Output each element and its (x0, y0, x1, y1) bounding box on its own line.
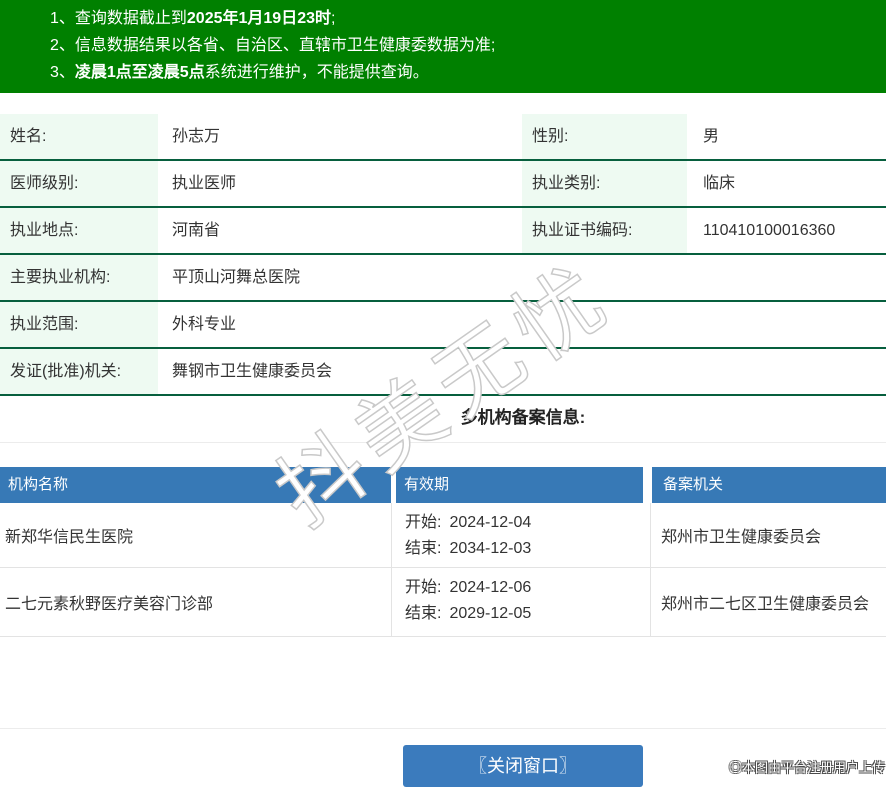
main-institution-label: 主要执业机构: (0, 255, 158, 300)
notice-line-2: 2、信息数据结果以各省、自治区、直辖市卫生健康委数据为准; (50, 32, 886, 59)
practice-scope-value: 外科专业 (172, 316, 237, 333)
table-row: 二七元素秋野医疗美容门诊部 开始: 2024-12-06 结束: 2029-12-0… (0, 568, 886, 637)
institution-name: 新郑华信民生医院 (0, 503, 392, 567)
name-value: 孙志万 (172, 128, 221, 145)
validity-end: 结束: 2029-12-05 (405, 601, 650, 627)
notice-line-1: 1、查询数据截止到2025年1月19日23时; (50, 5, 886, 32)
table-row: 执业地点: 河南省 执业证书编码: 110410100016360 (0, 208, 886, 255)
notice-3-bold: 凌晨1点至凌晨5点 (74, 64, 205, 81)
bottom-divider (0, 728, 886, 729)
start-date: 2024-12-06 (449, 579, 532, 596)
institution-name: 二七元素秋野医疗美容门诊部 (0, 568, 392, 636)
table-row: 主要执业机构: 平顶山河舞总医院 (0, 255, 886, 302)
table-row: 新郑华信民生医院 开始: 2024-12-04 结束: 2034-12-03 郑州市… (0, 503, 886, 568)
practice-type-value: 临床 (703, 175, 736, 192)
validity-start: 开始: 2024-12-06 (405, 575, 650, 601)
close-window-button[interactable]: 〖关闭窗口〗 (403, 745, 643, 787)
practice-type-label: 执业类别: (522, 161, 687, 206)
start-label: 开始: (405, 579, 442, 596)
main-institution-value: 平顶山河舞总医院 (172, 269, 301, 286)
issuing-authority-value: 舞钢市卫生健康委员会 (172, 363, 333, 380)
notice-line-3: 3、凌晨1点至凌晨5点系统进行维护，不能提供查询。 (50, 59, 886, 86)
practitioner-info-table: 姓名: 孙志万 性别: 男 医师级别: 执业医师 执业类别: 临床 执业地点: … (0, 114, 886, 396)
end-label: 结束: (405, 605, 442, 622)
notice-1-bold: 2025年1月19日23时 (186, 10, 331, 27)
column-header-authority: 备案机关 (652, 467, 886, 503)
validity-start: 开始: 2024-12-04 (405, 510, 650, 536)
practice-location-label: 执业地点: (0, 208, 158, 253)
notice-bar: 1、查询数据截止到2025年1月19日23时; 2、信息数据结果以各省、自治区、… (0, 0, 886, 93)
table-row: 姓名: 孙志万 性别: 男 (0, 114, 886, 161)
notice-3-tail: 系统进行维护，不能提供查询。 (204, 64, 429, 81)
notice-2-text: 2、信息数据结果以各省、自治区、直辖市卫生健康委数据为准; (50, 37, 496, 54)
practice-location-value: 河南省 (172, 222, 221, 239)
notice-3-text: 3、 (50, 64, 75, 81)
record-authority: 郑州市二七区卫生健康委员会 (661, 596, 870, 613)
registry-table-header: 机构名称 有效期 备案机关 (0, 467, 886, 503)
validity-period: 开始: 2024-12-04 结束: 2034-12-03 (392, 503, 651, 567)
table-row: 发证(批准)机关: 舞钢市卫生健康委员会 (0, 349, 886, 396)
certificate-no-value: 110410100016360 (703, 222, 836, 239)
table-row: 医师级别: 执业医师 执业类别: 临床 (0, 161, 886, 208)
column-header-institution: 机构名称 (0, 467, 391, 503)
gender-value: 男 (703, 128, 720, 145)
table-row: 执业范围: 外科专业 (0, 302, 886, 349)
end-date: 2029-12-05 (449, 605, 532, 622)
validity-period: 开始: 2024-12-06 结束: 2029-12-05 (392, 568, 651, 636)
start-label: 开始: (405, 514, 442, 531)
end-label: 结束: (405, 540, 442, 557)
registry-section-header: 多机构备案信息: (0, 396, 886, 443)
section-title: 多机构备案信息: (460, 408, 586, 427)
doctor-level-label: 医师级别: (0, 161, 158, 206)
notice-1-tail: ; (331, 10, 336, 27)
validity-end: 结束: 2034-12-03 (405, 536, 650, 562)
record-authority: 郑州市卫生健康委员会 (661, 529, 822, 546)
upload-note-watermark: ◎本图由平台注册用户上传 (728, 760, 885, 775)
end-date: 2034-12-03 (449, 540, 532, 557)
notice-1-text: 1、查询数据截止到 (50, 10, 187, 27)
start-date: 2024-12-04 (449, 514, 532, 531)
column-header-validity: 有效期 (396, 467, 643, 503)
name-label: 姓名: (0, 114, 158, 159)
issuing-authority-label: 发证(批准)机关: (0, 349, 158, 394)
registry-table: 机构名称 有效期 备案机关 新郑华信民生医院 开始: 2024-12-04 结束:… (0, 467, 886, 637)
certificate-no-label: 执业证书编码: (522, 208, 687, 253)
gender-label: 性别: (522, 114, 687, 159)
doctor-level-value: 执业医师 (172, 175, 237, 192)
practice-scope-label: 执业范围: (0, 302, 158, 347)
